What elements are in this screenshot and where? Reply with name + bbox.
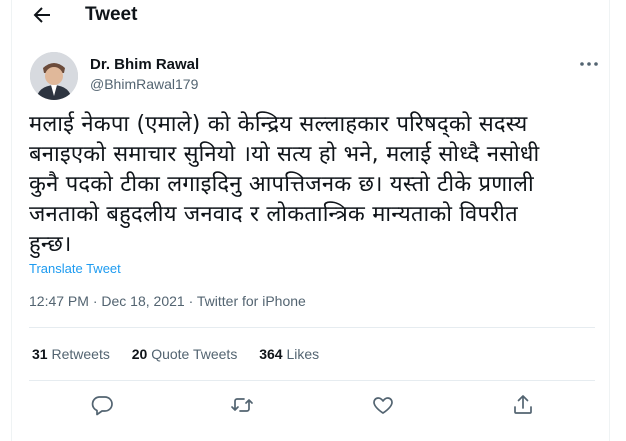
- tweet-text-line: बनाइएको समाचार सुनियो ।यो सत्य हो भने, म…: [29, 142, 540, 167]
- more-options-button[interactable]: [578, 54, 600, 74]
- engagement-stats: 31 Retweets 20 Quote Tweets 364 Likes: [32, 346, 337, 362]
- retweets-count: 31: [32, 346, 48, 362]
- retweets-label: Retweets: [51, 346, 110, 362]
- page-title: Tweet: [85, 4, 138, 25]
- divider: [29, 327, 595, 328]
- quote-tweets-stat[interactable]: 20 Quote Tweets: [132, 346, 238, 362]
- tweet-date[interactable]: Dec 18, 2021: [101, 293, 184, 309]
- tweet-detail-column: Tweet Dr. Bhim Rawal @BhimRawal179 मलाई …: [11, 0, 610, 441]
- author-display-name[interactable]: Dr. Bhim Rawal: [90, 56, 199, 73]
- share-icon: [514, 395, 532, 414]
- retweet-button[interactable]: [230, 393, 254, 417]
- likes-count: 364: [259, 346, 283, 362]
- back-arrow-icon: [33, 7, 50, 23]
- like-button[interactable]: [371, 393, 395, 417]
- quote-tweets-label: Quote Tweets: [151, 346, 238, 362]
- tweet-actions: [12, 393, 609, 419]
- tweet-source[interactable]: Twitter for iPhone: [197, 293, 306, 309]
- share-button[interactable]: [511, 393, 535, 417]
- tweet-text: मलाई नेकपा (एमाले) को केन्द्रिय सल्लाहका…: [29, 110, 599, 260]
- avatar[interactable]: [30, 52, 78, 100]
- more-dots-icon: [580, 62, 598, 66]
- tweet-text-line: जनताको बहुदलीय जनवाद र लोकतान्त्रिक मान्…: [29, 202, 518, 227]
- meta-separator: ·: [88, 293, 102, 309]
- tweet-meta: 12:47 PM · Dec 18, 2021 · Twitter for iP…: [29, 293, 306, 309]
- meta-separator: ·: [184, 293, 197, 309]
- tweet-text-line: मलाई नेकपा (एमाले) को केन्द्रिय सल्लाहका…: [29, 112, 528, 137]
- heart-icon: [373, 397, 393, 414]
- top-bar: Tweet: [12, 0, 609, 30]
- quote-tweets-count: 20: [131, 346, 148, 362]
- translate-tweet-link[interactable]: Translate Tweet: [29, 261, 121, 276]
- reply-button[interactable]: [90, 393, 114, 417]
- likes-stat[interactable]: 364 Likes: [259, 346, 319, 362]
- back-button[interactable]: [30, 3, 54, 27]
- reply-icon: [91, 396, 113, 416]
- author-handle[interactable]: @BhimRawal179: [90, 76, 198, 92]
- retweet-icon: [231, 398, 253, 412]
- tweet-text-line: हुन्छ।: [29, 232, 72, 257]
- tweet-text-line: कुनै पदको टीका लगाइदिनु आपत्तिजनक छ। यस्…: [29, 172, 534, 197]
- divider: [29, 380, 595, 381]
- tweet-time[interactable]: 12:47 PM: [29, 293, 89, 309]
- avatar-image: [30, 52, 78, 100]
- retweets-stat[interactable]: 31 Retweets: [32, 346, 110, 362]
- likes-label: Likes: [286, 346, 320, 362]
